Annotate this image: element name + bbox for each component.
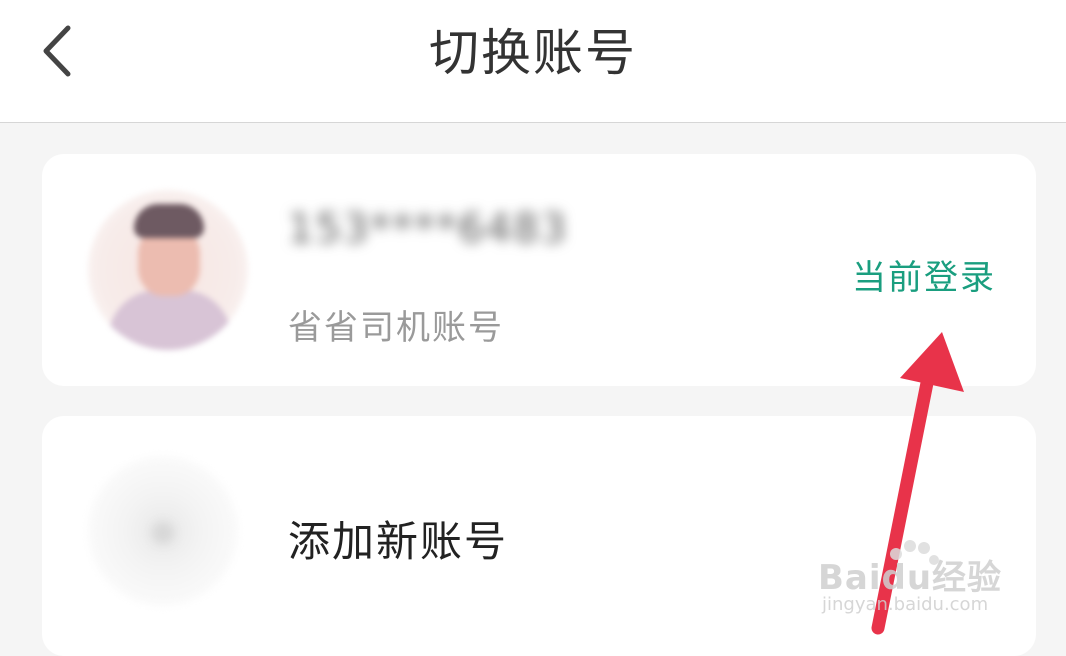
- account-phone-masked: 153****6483: [288, 206, 569, 252]
- current-login-status: 当前登录: [852, 258, 996, 298]
- plus-icon: [152, 522, 174, 544]
- page-title: 切换账号: [429, 24, 637, 82]
- account-card-current[interactable]: 153****6483 省省司机账号 当前登录: [42, 154, 1036, 386]
- watermark-url: jingyan.baidu.com: [822, 594, 989, 615]
- watermark-brand: Baidu经验: [818, 558, 1003, 598]
- add-account-label: 添加新账号: [288, 517, 509, 566]
- baidu-watermark: Baidu经验 jingyan.baidu.com: [818, 540, 1018, 620]
- avatar: [88, 190, 248, 350]
- account-type-label: 省省司机账号: [288, 308, 504, 348]
- navigation-bar: 切换账号: [0, 0, 1066, 123]
